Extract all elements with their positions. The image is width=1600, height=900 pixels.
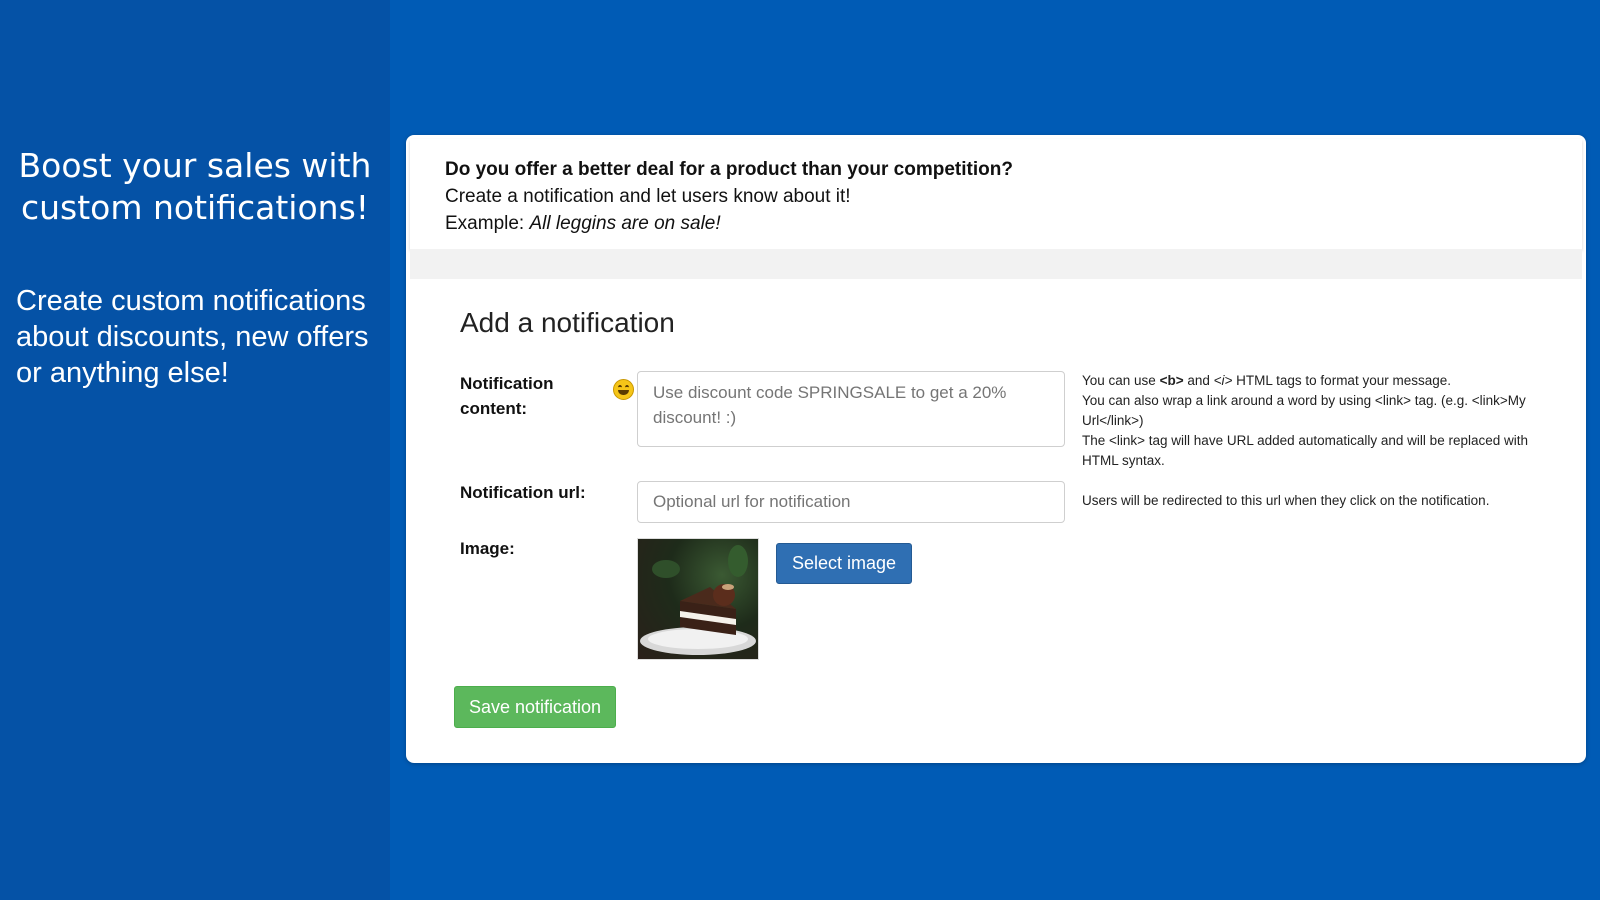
intro-line: Create a notification and let users know…	[445, 186, 851, 207]
notification-url-field[interactable]	[637, 481, 1065, 523]
image-label: Image:	[460, 539, 515, 558]
url-label: Notification url:	[460, 483, 586, 502]
select-image-button[interactable]: Select image	[776, 543, 912, 584]
main-card: Do you offer a better deal for a product…	[406, 135, 1586, 763]
intro-section: Do you offer a better deal for a product…	[410, 139, 1582, 249]
notification-form: Add a notification Notification content:…	[410, 279, 1582, 759]
example-prefix: Example:	[445, 213, 530, 234]
content-help: You can use <b> and <i> HTML tags to for…	[1082, 371, 1532, 471]
promo-headline: Boost your sales with custom notificatio…	[18, 146, 372, 227]
promo-panel: Boost your sales with custom notificatio…	[0, 0, 390, 900]
promo-subtext: Create custom notifications about discou…	[16, 285, 369, 389]
section-divider	[410, 249, 1582, 279]
content-label: Notification content:	[460, 374, 554, 418]
content-help-line: The <link> tag will have URL added autom…	[1082, 433, 1528, 468]
url-help: Users will be redirected to this url whe…	[1082, 493, 1490, 508]
notification-image-thumbnail	[637, 538, 759, 660]
content-help-line: You can also wrap a link around a word b…	[1082, 393, 1526, 428]
intro-question: Do you offer a better deal for a product…	[445, 159, 1013, 180]
notification-content-field[interactable]	[637, 371, 1065, 447]
content-help-line: You can use <b> and <i> HTML tags to for…	[1082, 373, 1451, 388]
save-notification-button[interactable]: Save notification	[454, 686, 616, 728]
form-title: Add a notification	[460, 307, 675, 338]
smiley-emoji-icon[interactable]	[613, 379, 634, 400]
example-text: All leggins are on sale!	[529, 213, 721, 234]
intro-example: Example: All leggins are on sale!	[445, 213, 721, 235]
